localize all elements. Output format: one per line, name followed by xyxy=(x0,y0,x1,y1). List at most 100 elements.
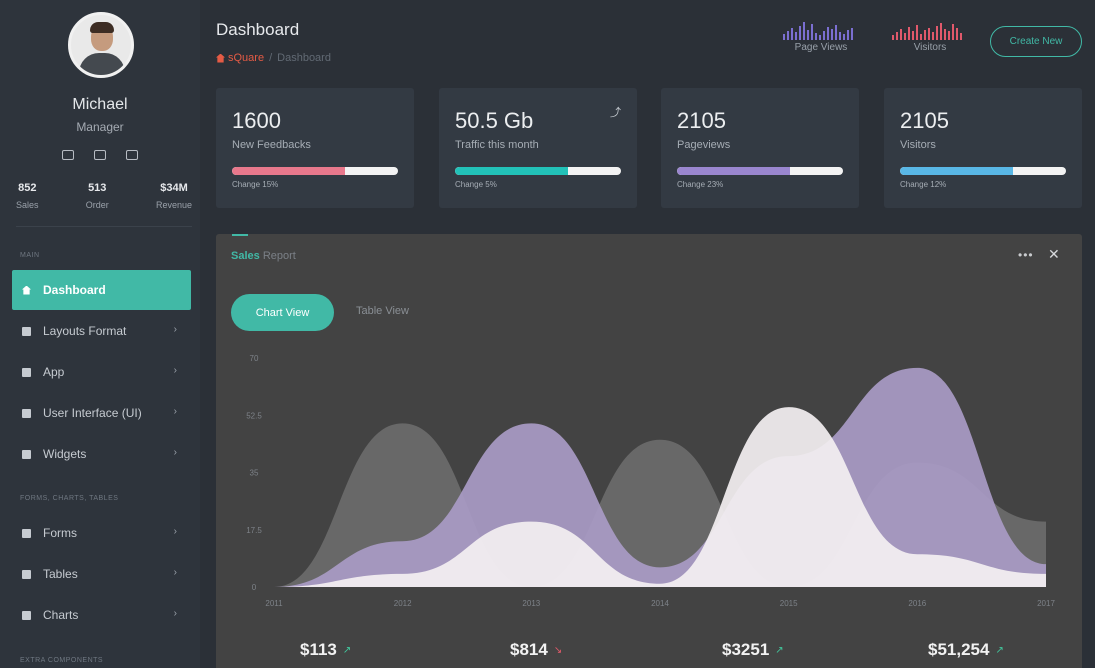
stat-sales: 852 Sales xyxy=(16,182,39,210)
sparkline-bar xyxy=(851,28,853,40)
card-progress-bar xyxy=(455,167,621,175)
card-change: Change 23% xyxy=(677,180,724,189)
sparkline-bar xyxy=(940,23,942,40)
breadcrumb: sQuare / Dashboard xyxy=(216,52,331,64)
x-tick-label: 2011 xyxy=(265,599,283,608)
stat-label: Sales xyxy=(16,200,39,210)
bottom-stat-value: $51,254 xyxy=(928,640,990,659)
bottom-stat-value: $814 xyxy=(510,640,548,659)
section-label-forms: FORMS, CHARTS, TABLES xyxy=(20,495,119,502)
progress-fill xyxy=(677,167,790,175)
sparkline-bar xyxy=(948,31,950,40)
sidebar-item-label: Charts xyxy=(43,608,79,622)
visitors-bars xyxy=(892,23,962,40)
sparkline-bar xyxy=(807,30,809,40)
page-title: Dashboard xyxy=(216,20,300,39)
section-label-main: MAIN xyxy=(20,252,40,259)
home-icon xyxy=(216,53,225,63)
sidebar-item-label: Forms xyxy=(43,526,77,540)
y-tick-label: 0 xyxy=(252,583,257,592)
sparkline-bar xyxy=(900,29,902,40)
forms-icon xyxy=(22,528,31,538)
progress-fill xyxy=(455,167,568,175)
breadcrumb-home-label: sQuare xyxy=(228,52,265,64)
visitors-label: Visitors xyxy=(913,42,947,53)
sparkline-bar xyxy=(803,22,805,40)
mail-icon[interactable] xyxy=(94,150,106,160)
sparkline-bar xyxy=(787,31,789,40)
card-caption: Pageviews xyxy=(677,139,731,151)
layout-icon xyxy=(22,326,31,336)
user-role: Manager xyxy=(76,120,124,134)
stat-value: 513 xyxy=(88,182,107,194)
sparkline-bar xyxy=(815,33,817,40)
bottom-stat: $814 ↘ xyxy=(510,640,562,660)
breadcrumb-separator: / xyxy=(269,52,273,64)
avatar[interactable] xyxy=(68,12,134,78)
sparkline-bar xyxy=(912,31,914,40)
sidebar-item-charts[interactable]: Charts › xyxy=(12,595,191,635)
sparkline-bar xyxy=(843,34,845,40)
progress-fill xyxy=(900,167,1013,175)
visitors-sparkline: Visitors xyxy=(885,18,975,53)
bottom-stat-value: $113 xyxy=(300,640,337,659)
chevron-right-icon: › xyxy=(173,365,177,376)
sparkline-bar xyxy=(896,32,898,40)
home-icon xyxy=(22,285,31,295)
sales-report-panel: Sales Report ••• ✕ Chart View Table View… xyxy=(216,234,1082,668)
create-new-button[interactable]: Create New xyxy=(990,26,1082,57)
sparkline-bar xyxy=(916,25,918,40)
card-caption: New Feedbacks xyxy=(232,139,311,151)
bottom-stat: $51,254 ↗ xyxy=(928,640,1004,660)
calendar-icon[interactable] xyxy=(62,150,74,160)
chevron-right-icon: › xyxy=(173,324,177,335)
x-tick-label: 2016 xyxy=(908,599,926,608)
sales-area-chart: 0 17.5 35 52.5 70 2011 2012 2013 2014 2015 2016 201… xyxy=(246,354,1055,608)
chevron-right-icon: › xyxy=(173,526,177,537)
y-tick-label: 52.5 xyxy=(246,411,262,420)
sparkline-bar xyxy=(795,32,797,40)
sparkline-bar xyxy=(839,32,841,40)
sparkline-bar xyxy=(936,26,938,40)
chevron-right-icon: › xyxy=(173,406,177,417)
sidebar: Michael Manager 852 Sales 513 Order $34M… xyxy=(0,0,200,668)
card-value: 50.5 Gb xyxy=(455,108,534,133)
trend-up-icon: ↗ xyxy=(995,644,1004,656)
sidebar-item-forms[interactable]: Forms › xyxy=(12,513,191,553)
user-name: Michael xyxy=(72,96,128,113)
sparkline-bar xyxy=(835,25,837,40)
card-progress-bar xyxy=(677,167,843,175)
card-value: 2105 xyxy=(677,108,726,133)
sidebar-item-widgets[interactable]: Widgets › xyxy=(12,434,191,474)
page-views-bars xyxy=(783,22,853,40)
charts-icon xyxy=(22,610,31,620)
bottom-stat: $3251 ↗ xyxy=(722,640,784,660)
sidebar-item-dashboard[interactable]: Dashboard xyxy=(12,270,191,310)
sparkline-bar xyxy=(783,34,785,40)
sidebar-item-layouts-format[interactable]: Layouts Format › xyxy=(12,311,191,351)
stat-label: Order xyxy=(85,200,109,210)
sidebar-item-label: User Interface (UI) xyxy=(43,406,142,420)
chevron-right-icon: › xyxy=(173,608,177,619)
stat-label: Revenue xyxy=(155,200,192,210)
sidebar-item-label: Widgets xyxy=(43,447,87,461)
sparkline-bar xyxy=(847,30,849,40)
page-views-sparkline: Page Views xyxy=(776,18,866,53)
sidebar-item-user-interface[interactable]: User Interface (UI) › xyxy=(12,393,191,433)
sparkline-bar xyxy=(811,24,813,40)
stat-card-pageviews: 2105 Pageviews Change 23% xyxy=(661,88,859,208)
card-change: Change 12% xyxy=(900,180,947,189)
sidebar-item-app[interactable]: App › xyxy=(12,352,191,392)
card-value: 1600 xyxy=(232,108,281,133)
y-tick-label: 17.5 xyxy=(246,526,262,535)
card-progress-bar xyxy=(900,167,1066,175)
breadcrumb-home[interactable]: sQuare xyxy=(216,52,264,64)
sidebar-item-tables[interactable]: Tables › xyxy=(12,554,191,594)
card-value: 2105 xyxy=(900,108,949,133)
sparkline-bar xyxy=(928,28,930,40)
contact-card-icon[interactable] xyxy=(126,150,138,160)
sparkline-bar xyxy=(908,27,910,40)
x-tick-label: 2013 xyxy=(522,599,540,608)
user-actions xyxy=(62,150,138,160)
stat-value: 852 xyxy=(18,182,37,194)
